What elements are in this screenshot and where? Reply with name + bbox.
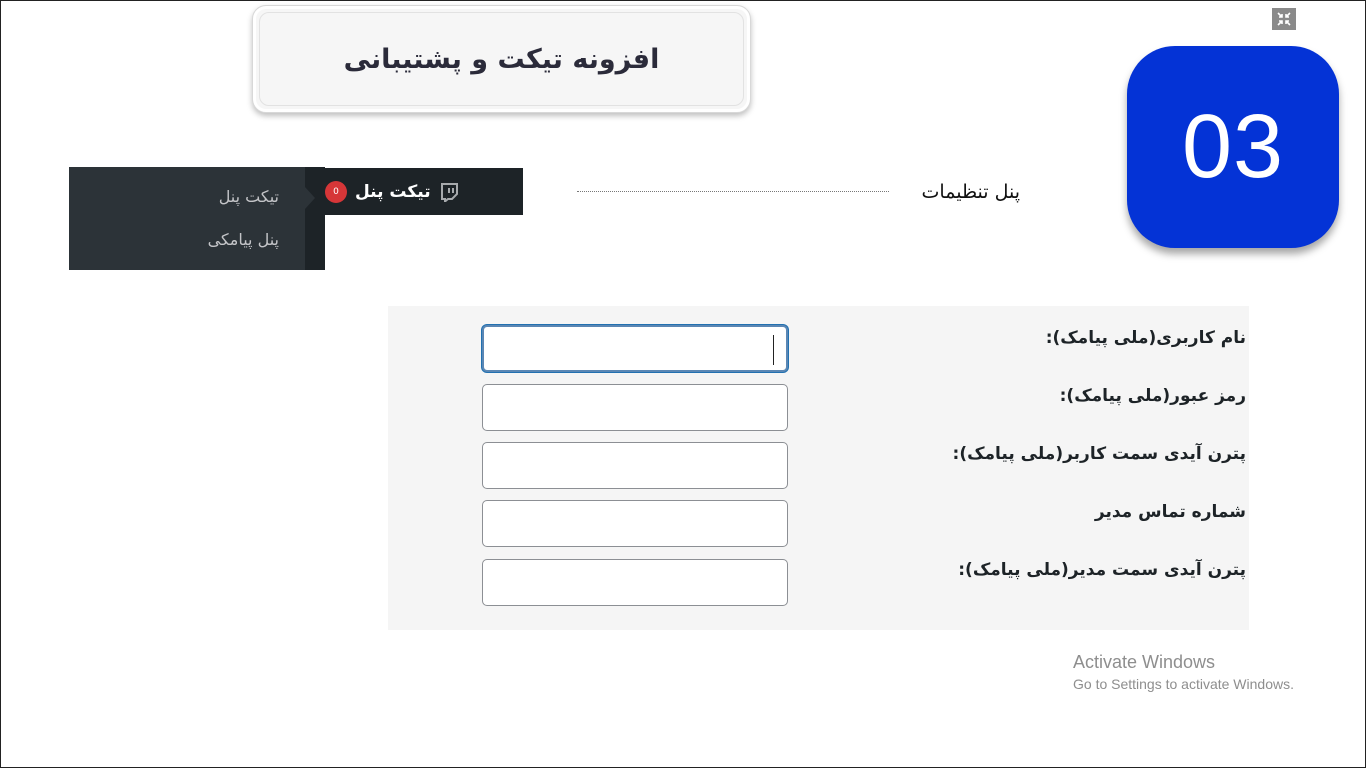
password-label: رمز عبور(ملی پیامک):	[1059, 386, 1246, 406]
exit-fullscreen-icon[interactable]	[1272, 8, 1296, 30]
slide-title-box: افزونه تیکت و پشتیبانی	[252, 5, 751, 113]
watermark-title: Activate Windows	[1073, 652, 1216, 672]
admin-pattern-id-label: پترن آیدی سمت مدیر(ملی پیامک):	[958, 560, 1246, 580]
submenu-arrow	[305, 187, 315, 209]
watermark-subtitle: Go to Settings to activate Windows.	[1073, 676, 1294, 692]
activate-windows-watermark: Activate Windows Go to Settings to activ…	[1073, 652, 1294, 692]
settings-panel-label: پنل تنظیمات	[921, 181, 1020, 203]
submenu-item-ticket-panel[interactable]: تیکت پنل	[219, 187, 279, 206]
notification-badge: 0	[325, 180, 347, 203]
submenu-item-sms-panel[interactable]: پنل پیامکی	[208, 230, 279, 249]
admin-phone-label: شماره تماس مدیر	[1094, 502, 1246, 522]
user-pattern-id-field[interactable]	[482, 442, 788, 489]
username-label: نام کاربری(ملی پیامک):	[1045, 328, 1246, 348]
step-number-badge: 03	[1127, 46, 1339, 248]
step-number: 03	[1181, 96, 1285, 197]
admin-submenu: تیکت پنل پنل پیامکی	[69, 167, 325, 270]
admin-menu-label: تیکت پنل	[355, 181, 431, 202]
admin-pattern-id-field[interactable]	[482, 559, 788, 606]
admin-menu-item-ticket-panel[interactable]: تیکت پنل 0	[325, 168, 523, 215]
user-pattern-id-label: پترن آیدی سمت کاربر(ملی پیامک):	[952, 444, 1246, 464]
text-caret	[773, 335, 774, 365]
admin-phone-field[interactable]	[482, 500, 788, 547]
username-field[interactable]	[482, 325, 788, 372]
callout-connector-line	[577, 191, 889, 192]
slide-title: افزونه تیکت و پشتیبانی	[343, 43, 660, 75]
twitch-icon	[439, 182, 459, 202]
password-field[interactable]	[482, 384, 788, 431]
